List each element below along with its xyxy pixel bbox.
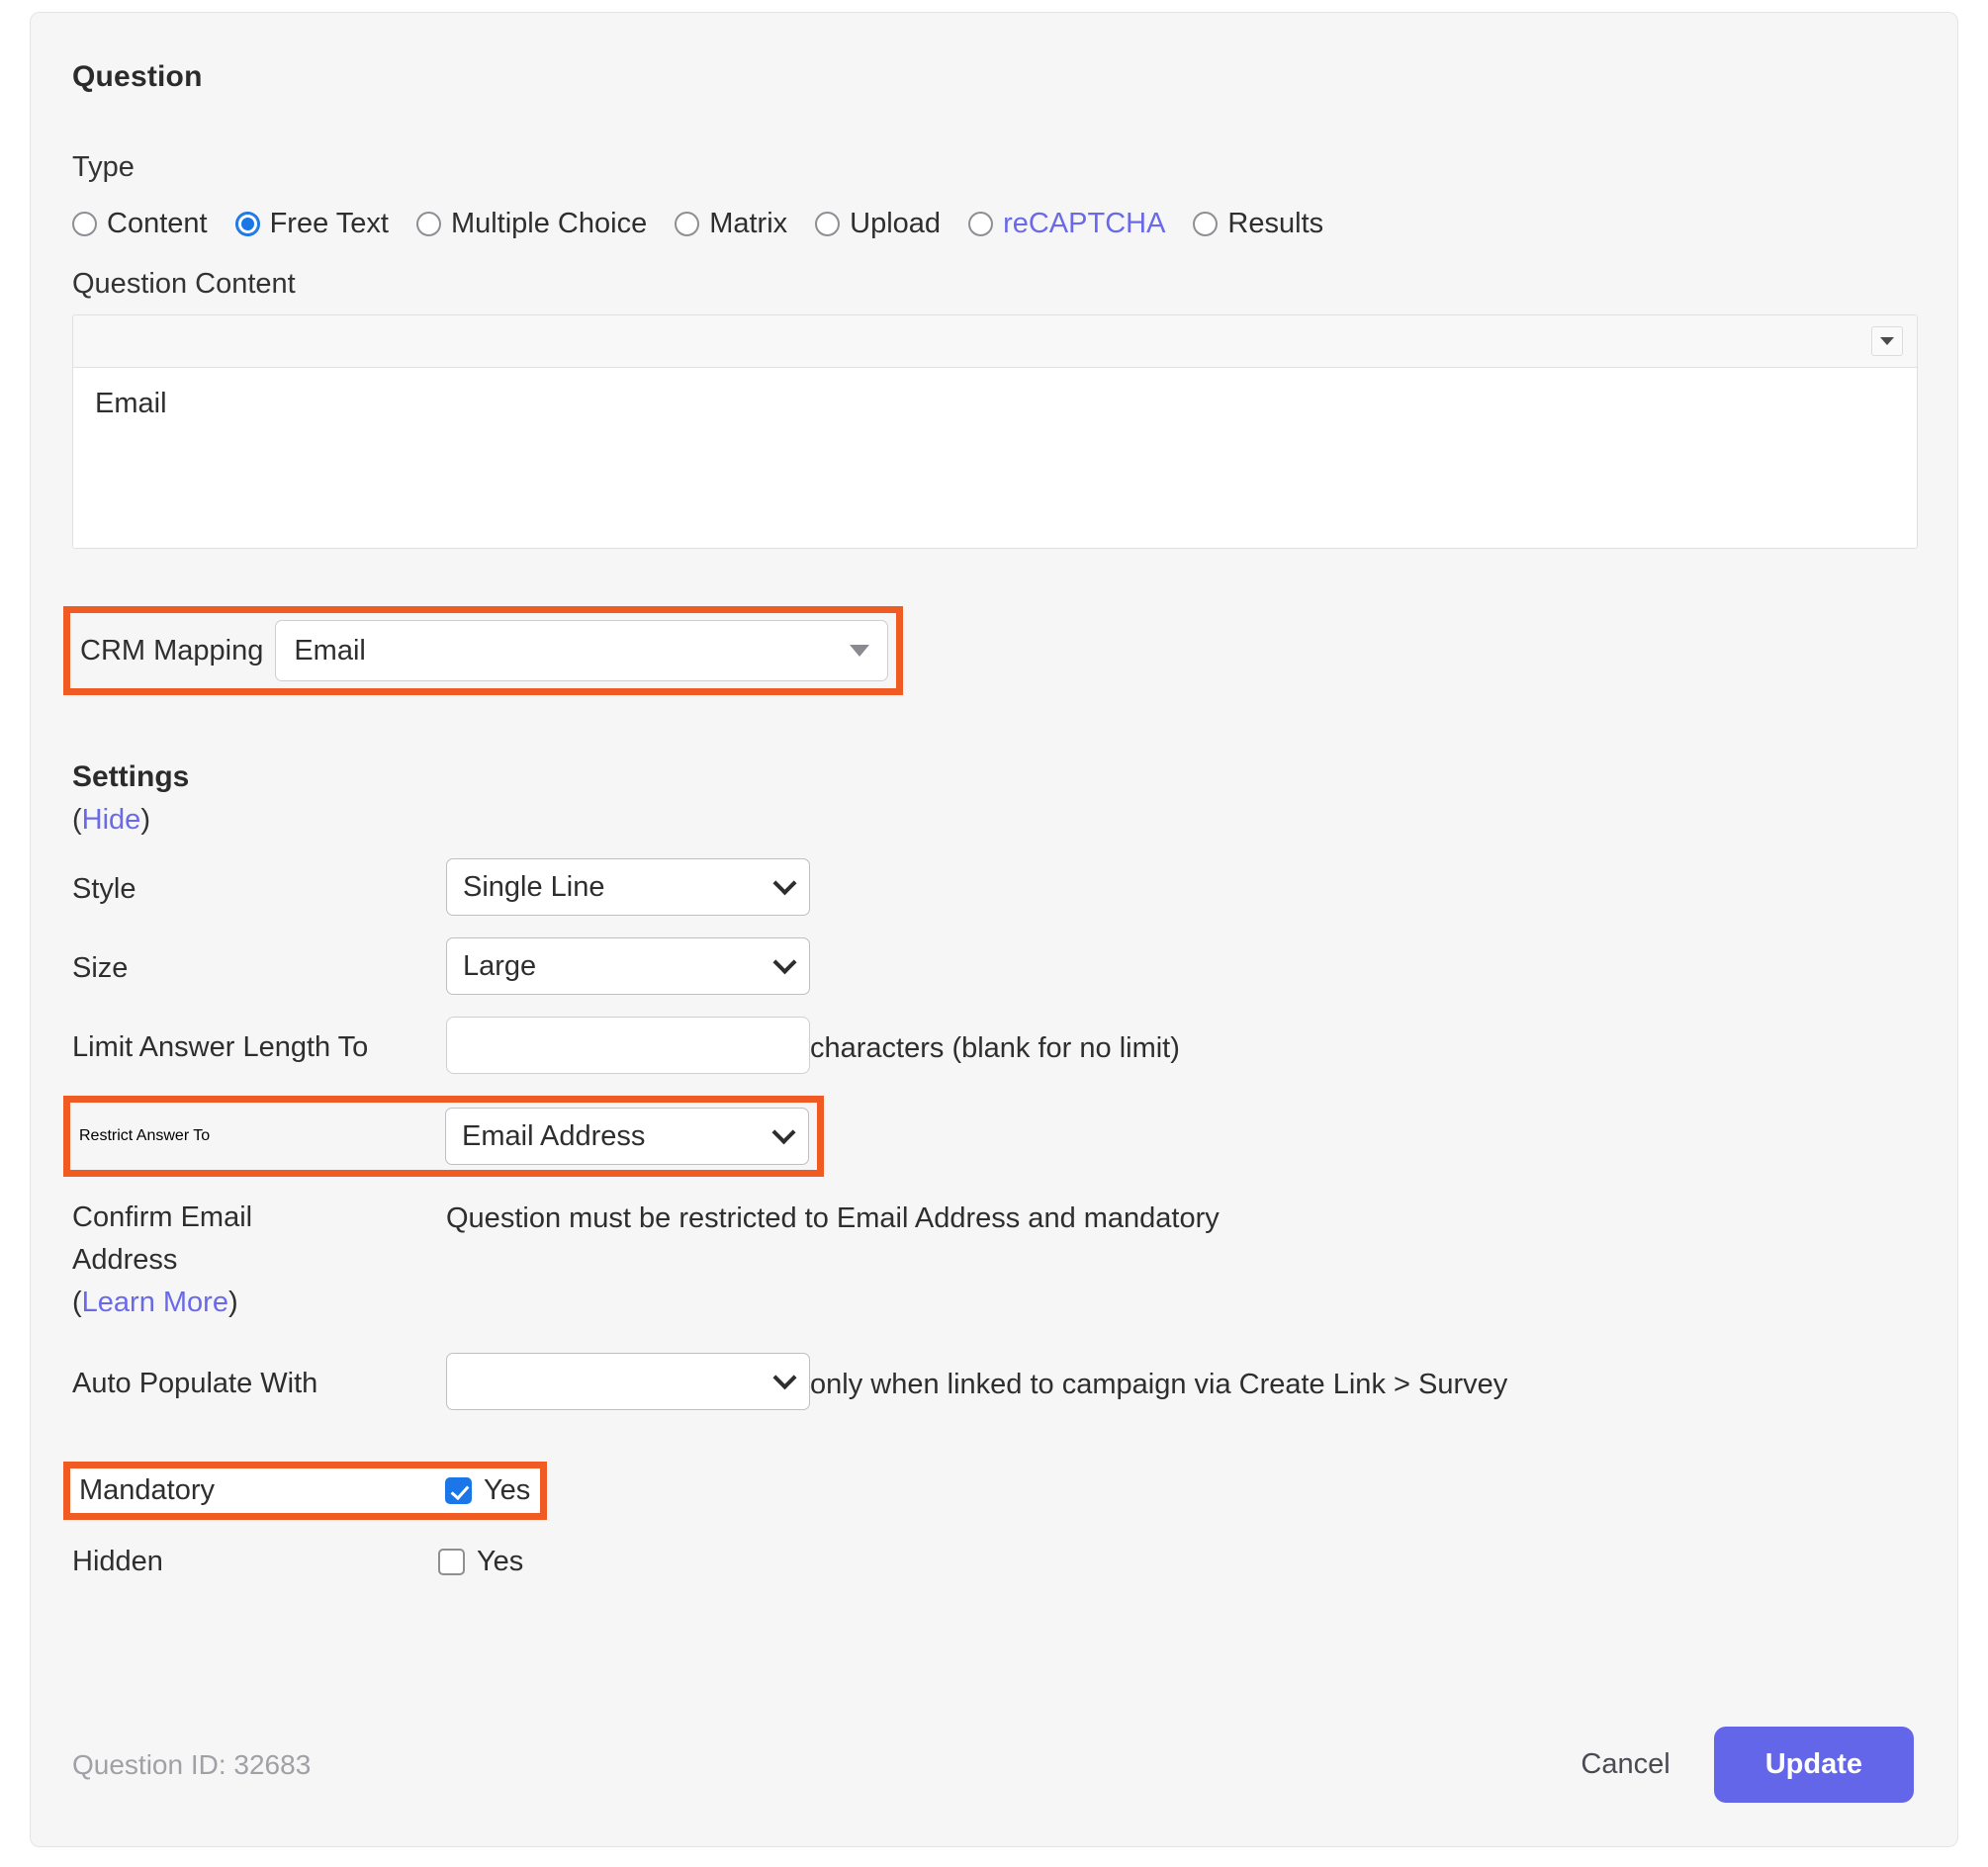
radio-option-content[interactable]: Content <box>72 208 208 240</box>
radio-option-free-text[interactable]: Free Text <box>234 208 389 240</box>
mandatory-checkbox[interactable] <box>445 1477 472 1505</box>
restrict-answer-to-label: Restrict Answer To <box>79 1127 211 1144</box>
chevron-down-icon <box>772 949 797 974</box>
question-type-radio-group: Content Free Text Multiple Choice Matrix… <box>72 208 1918 240</box>
question-content-input[interactable]: Email <box>73 368 1917 548</box>
radio-icon[interactable] <box>675 212 700 236</box>
radio-label: reCAPTCHA <box>1003 208 1166 239</box>
settings-hide-link[interactable]: Hide <box>82 804 141 836</box>
size-label: Size <box>72 952 129 984</box>
limit-answer-length-input[interactable] <box>446 1017 810 1074</box>
size-value: Large <box>463 949 537 982</box>
learn-more-link[interactable]: Learn More <box>82 1287 228 1318</box>
type-label: Type <box>72 151 135 183</box>
chevron-down-icon <box>772 870 797 895</box>
confirm-email-address-row: Confirm Email Address (Learn More) Quest… <box>70 1200 1918 1319</box>
question-editor-card: Question Type Content Free Text Multiple… <box>30 12 1958 1847</box>
paren-open: ( <box>72 804 82 836</box>
radio-icon[interactable] <box>415 212 441 236</box>
mandatory-row: Mandatory Yes <box>63 1462 1918 1521</box>
auto-populate-with-suffix: only when linked to campaign via Create … <box>810 1369 1508 1401</box>
radio-label: Free Text <box>269 208 389 239</box>
cancel-button[interactable]: Cancel <box>1575 1747 1675 1782</box>
size-field: Large <box>446 937 810 995</box>
settings-toggle: (Hide) <box>72 804 1918 837</box>
footer-actions: Cancel Update <box>1575 1727 1914 1803</box>
confirm-email-line2: Address <box>72 1243 178 1276</box>
question-content-editor: Email <box>72 314 1918 549</box>
chevron-down-icon <box>771 1119 796 1144</box>
crm-mapping-highlight: CRM Mapping Email <box>63 606 904 695</box>
paren-close: ) <box>227 1286 238 1318</box>
restrict-answer-to-row: Restrict Answer To Email Address <box>63 1096 1918 1177</box>
update-button[interactable]: Update <box>1713 1727 1914 1803</box>
mandatory-label: Mandatory <box>79 1474 216 1507</box>
paren-close: ) <box>140 804 150 836</box>
radio-option-multiple-choice[interactable]: Multiple Choice <box>415 208 648 240</box>
confirm-email-learn-more-wrap: (Learn More) <box>72 1286 446 1320</box>
style-row: Style Single Line <box>70 858 1918 916</box>
radio-icon[interactable] <box>968 212 994 236</box>
restrict-answer-to-highlight: Restrict Answer To Email Address <box>63 1096 824 1177</box>
limit-answer-length-suffix: characters (blank for no limit) <box>810 1032 1180 1064</box>
paren-open: ( <box>72 1286 82 1318</box>
radio-option-matrix[interactable]: Matrix <box>675 208 787 240</box>
hidden-label: Hidden <box>72 1546 163 1578</box>
radio-option-upload[interactable]: Upload <box>815 208 941 240</box>
settings-title: Settings <box>72 760 190 793</box>
question-id: Question ID: 32683 <box>72 1748 312 1780</box>
size-row: Size Large <box>70 937 1918 995</box>
restrict-answer-to-select[interactable]: Email Address <box>445 1108 809 1165</box>
limit-answer-length-label: Limit Answer Length To <box>72 1031 369 1063</box>
toolbar-dropdown-button[interactable] <box>1871 326 1903 356</box>
hidden-checkbox[interactable] <box>438 1549 465 1576</box>
radio-label: Matrix <box>709 208 788 239</box>
caret-down-icon <box>1880 337 1894 345</box>
style-value: Single Line <box>463 870 605 903</box>
caret-down-icon <box>850 645 870 657</box>
radio-label: Results <box>1227 208 1324 239</box>
radio-label: Content <box>107 208 208 239</box>
question-content-label: Question Content <box>72 268 296 300</box>
crm-mapping-value: Email <box>294 634 366 667</box>
limit-answer-length-field <box>446 1017 810 1074</box>
radio-label: Multiple Choice <box>450 208 648 239</box>
radio-icon[interactable] <box>1193 212 1219 236</box>
radio-selected-icon[interactable] <box>234 212 260 236</box>
crm-mapping-select[interactable]: Email <box>275 620 889 681</box>
limit-answer-length-row: Limit Answer Length To characters (blank… <box>70 1017 1918 1074</box>
hidden-checkbox-label: Yes <box>477 1546 524 1578</box>
style-select[interactable]: Single Line <box>446 858 810 916</box>
editor-toolbar <box>73 315 1917 368</box>
crm-mapping-label: CRM Mapping <box>80 634 264 667</box>
radio-icon[interactable] <box>815 212 841 236</box>
auto-populate-with-label: Auto Populate With <box>72 1368 318 1400</box>
radio-label: Upload <box>850 208 942 239</box>
card-footer: Question ID: 32683 Cancel Update <box>31 1727 1957 1803</box>
mandatory-checkbox-label: Yes <box>484 1474 531 1507</box>
chevron-down-icon <box>772 1366 797 1390</box>
confirm-email-address-label: Confirm Email Address (Learn More) <box>72 1200 446 1319</box>
radio-option-results[interactable]: Results <box>1193 208 1323 240</box>
mandatory-highlight: Mandatory Yes <box>63 1462 548 1521</box>
auto-populate-with-field <box>446 1353 810 1411</box>
auto-populate-with-row: Auto Populate With only when linked to c… <box>70 1353 1918 1411</box>
hidden-row: Hidden Yes <box>72 1546 1918 1578</box>
style-field: Single Line <box>446 858 810 916</box>
page-title: Question <box>72 60 203 93</box>
restrict-answer-to-value: Email Address <box>462 1119 646 1152</box>
radio-option-recaptcha[interactable]: reCAPTCHA <box>968 208 1165 240</box>
size-select[interactable]: Large <box>446 937 810 995</box>
style-label: Style <box>72 873 136 905</box>
confirm-email-address-note: Question must be restricted to Email Add… <box>446 1202 1220 1234</box>
auto-populate-with-select[interactable] <box>446 1353 810 1411</box>
confirm-email-line1: Confirm Email <box>72 1201 253 1233</box>
radio-icon[interactable] <box>72 212 97 236</box>
page-root: Question Type Content Free Text Multiple… <box>0 0 1988 1867</box>
crm-mapping-row: CRM Mapping Email <box>63 606 1918 695</box>
